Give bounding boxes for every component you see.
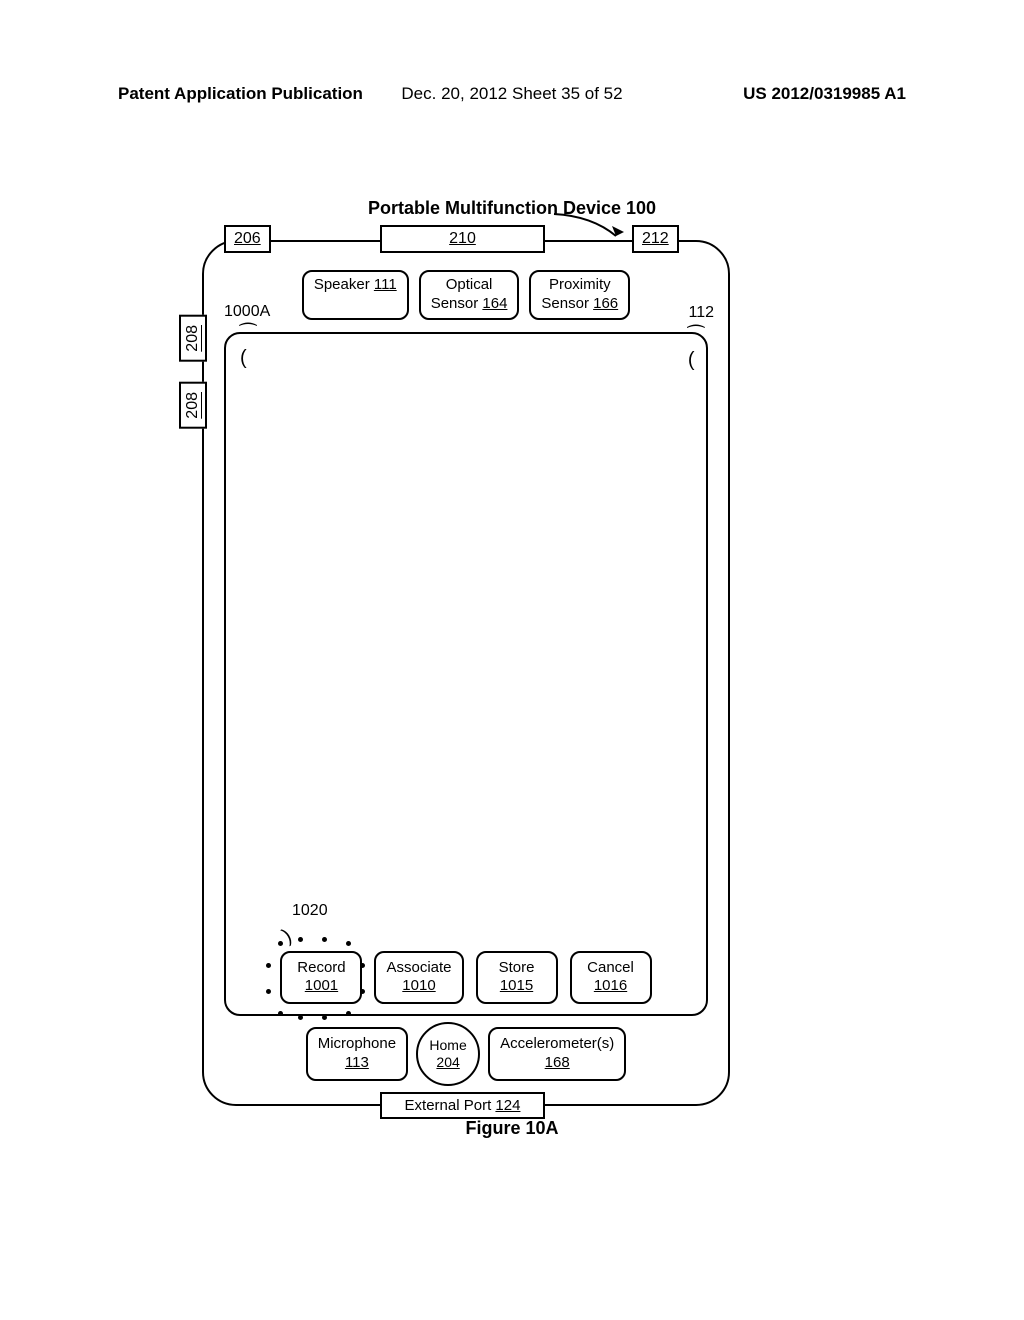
sensor-row: Speaker 111 Optical Sensor 164 Proximity… [204, 270, 728, 320]
callout-208-lower: 208 [179, 382, 207, 429]
record-label: Record [297, 959, 345, 976]
callout-206: 206 [224, 225, 271, 253]
callout-212: 212 [632, 225, 679, 253]
speaker-label: Speaker [314, 276, 370, 293]
external-port-label: External Port [405, 1097, 492, 1114]
optical-line1: Optical [446, 276, 493, 293]
store-num: 1015 [500, 977, 533, 994]
optical-line2: Sensor [431, 295, 479, 312]
ui-button-row: Record 1001 Associate 1010 Store 1015 Ca… [226, 951, 706, 1005]
accelerometer-label: Accelerometer(s) [500, 1035, 614, 1052]
record-num: 1001 [305, 977, 338, 994]
home-num: 204 [418, 1054, 478, 1071]
hardware-row: Microphone 113 Home 204 Accelerometer(s)… [204, 1022, 728, 1086]
record-button[interactable]: Record 1001 [280, 951, 362, 1005]
proximity-line2: Sensor [541, 295, 589, 312]
proximity-line1: Proximity [549, 276, 611, 293]
callout-208-upper: 208 [179, 315, 207, 362]
optical-sensor-box: Optical Sensor 164 [419, 270, 520, 320]
header-right-text: US 2012/0319985 A1 [743, 84, 906, 104]
optical-num: 164 [482, 295, 507, 312]
patent-figure-page: Patent Application Publication Dec. 20, … [0, 0, 1024, 1320]
callout-1000a: 1000A [224, 303, 270, 321]
device-body: Speaker 111 Optical Sensor 164 Proximity… [202, 240, 730, 1106]
external-port-box: External Port 124 [380, 1092, 545, 1119]
associate-label: Associate [386, 959, 451, 976]
figure-title: Portable Multifunction Device 100 [0, 198, 1024, 219]
proximity-num: 166 [593, 295, 618, 312]
home-label: Home [418, 1037, 478, 1054]
store-button[interactable]: Store 1015 [476, 951, 558, 1005]
accelerometer-box: Accelerometer(s) 168 [488, 1027, 626, 1081]
associate-button[interactable]: Associate 1010 [374, 951, 463, 1005]
speaker-num: 111 [374, 276, 397, 293]
store-label: Store [499, 959, 535, 976]
external-port-num: 124 [495, 1097, 520, 1114]
microphone-label: Microphone [318, 1035, 396, 1052]
header-right: US 2012/0319985 A1 [0, 84, 1024, 104]
cancel-label: Cancel [587, 959, 634, 976]
figure-caption: Figure 10A [0, 1118, 1024, 1139]
accelerometer-num: 168 [545, 1054, 570, 1071]
microphone-box: Microphone 113 [306, 1027, 408, 1081]
proximity-sensor-box: Proximity Sensor 166 [529, 270, 630, 320]
callout-1020: 1020 [292, 902, 328, 920]
home-button[interactable]: Home 204 [416, 1022, 480, 1086]
cancel-num: 1016 [594, 977, 627, 994]
associate-num: 1010 [402, 977, 435, 994]
touch-screen[interactable]: 1020 ) Record 1001 Associate 1010 [224, 332, 708, 1016]
callout-210: 210 [380, 225, 545, 253]
callout-112: 112 [688, 304, 714, 322]
microphone-num: 113 [345, 1054, 369, 1071]
speaker-box: Speaker 111 [302, 270, 409, 320]
cancel-button[interactable]: Cancel 1016 [570, 951, 652, 1005]
paren-1020: ) [279, 925, 296, 948]
